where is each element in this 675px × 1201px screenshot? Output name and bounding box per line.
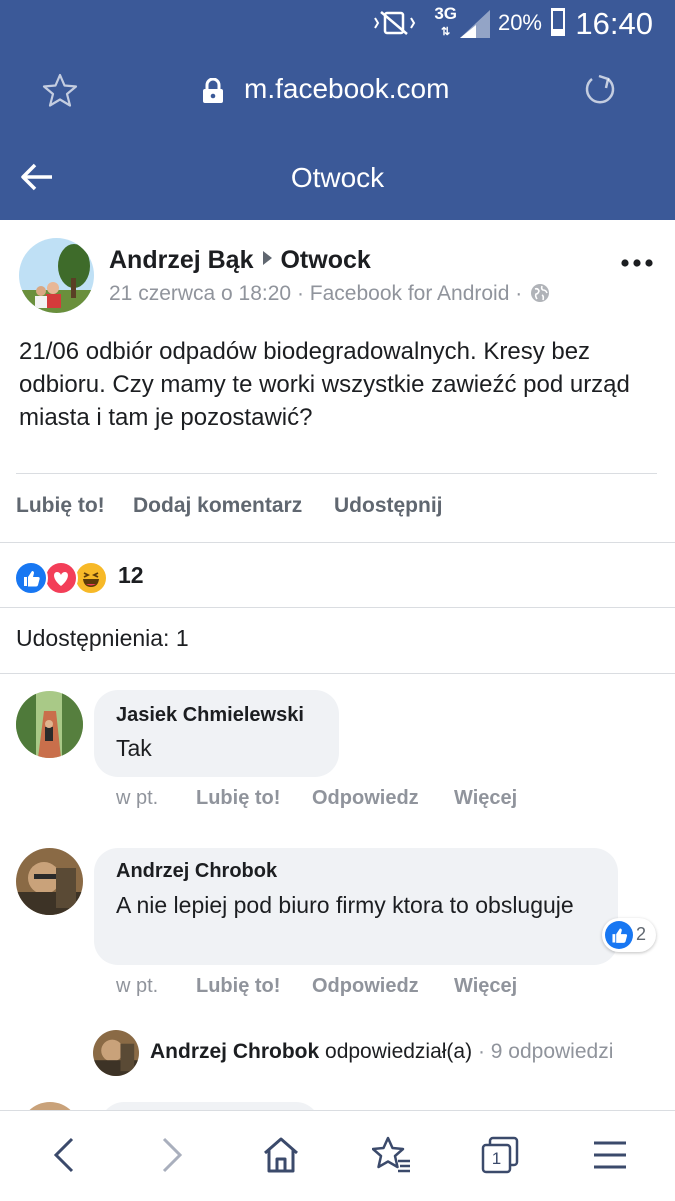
comment-more-button[interactable]: Więcej [454,975,517,998]
vibrate-mute-icon [374,11,416,35]
comment-actions: w pt. Lubię to! Odpowiedz Więcej [0,975,675,1001]
comment-reply-button[interactable]: Odpowiedz [312,787,419,810]
more-options-icon[interactable] [621,258,653,268]
browser-url-bar: m.facebook.com [0,48,675,134]
page-header: Otwock [0,134,675,220]
reaction-count: 12 [118,562,144,588]
add-comment-button[interactable]: Dodaj komentarz [133,494,302,518]
lock-icon [203,78,223,103]
browser-bottom-bar: 1 [0,1110,675,1201]
tab-count: 1 [491,1149,502,1168]
author-avatar[interactable] [19,238,94,313]
reply-verb: odpowiedział(a) [325,1040,473,1063]
bookmarks-icon[interactable] [372,1135,412,1175]
commenter-avatar[interactable] [16,848,83,915]
comment-like-badge[interactable]: 2 [602,918,656,952]
comment-reply-button[interactable]: Odpowiedz [312,975,419,998]
divider [0,542,675,543]
home-icon[interactable] [262,1135,300,1175]
comment-time[interactable]: w pt. [116,787,158,810]
comment-bubble: Andrzej Chrobok A nie lepiej pod biuro f… [94,848,618,965]
post-meta: 21 czerwca o 18:20 · Facebook for Androi… [109,282,550,306]
post-text: 21/06 odbiór odpadów biodegradowalnych. … [19,338,630,431]
page-title: Otwock [290,162,385,193]
comment-like-count: 2 [636,924,647,944]
divider [0,607,675,608]
share-button[interactable]: Udostępnij [334,494,443,518]
back-icon[interactable] [50,1135,78,1175]
commenter-name[interactable]: Andrzej Chrobok [116,860,277,883]
author-name[interactable]: Andrzej Bąk [109,246,253,274]
forward-icon[interactable] [158,1135,186,1175]
comment-like-button[interactable]: Lubię to! [196,787,280,810]
comment-text: A nie lepiej pod biuro firmy ktora to ob… [116,892,574,918]
network-type: 3G ⇅ [434,4,457,38]
comment-like-button[interactable]: Lubię to! [196,975,280,998]
post-author-line: Andrzej Bąk Otwock [109,246,371,275]
comment-bubble: Jasiek Chmielewski Tak [94,690,339,777]
like-reaction-icon [605,921,633,949]
post-actions: Lubię to! Dodaj komentarz Udostępnij [0,494,675,524]
like-reaction-icon [14,561,48,595]
commenter-name[interactable]: Jasiek Chmielewski [116,704,304,727]
reply-avatar [93,1030,139,1076]
comment-more-button[interactable]: Więcej [454,787,517,810]
bookmark-star-icon[interactable] [42,72,78,108]
post-timestamp[interactable]: 21 czerwca o 18:20 · Facebook for Androi… [109,282,522,305]
menu-icon[interactable] [592,1135,628,1175]
globe-icon [531,284,550,302]
reload-icon[interactable] [582,72,618,108]
status-bar: 3G ⇅ 20% 16:40 [0,0,675,48]
like-button[interactable]: Lubię to! [16,494,105,518]
comment-time[interactable]: w pt. [116,975,158,998]
comment-actions: w pt. Lubię to! Odpowiedz Więcej [0,787,675,813]
reply-author: Andrzej Chrobok [150,1040,320,1063]
commenter-avatar[interactable] [16,691,83,758]
comment-text: Tak [116,735,152,761]
signal-icon [460,10,490,38]
battery-icon [551,8,565,36]
tabs-button[interactable]: 1 [480,1135,520,1175]
shares-count[interactable]: Udostępnienia: 1 [16,625,189,652]
post-target[interactable]: Otwock [280,246,370,274]
love-reaction-icon [44,561,78,595]
battery-percent: 20% [497,10,542,35]
clock: 16:40 [575,6,653,41]
divider [16,473,657,474]
haha-reaction-icon [74,561,108,595]
reply-count: · 9 odpowiedzi [477,1040,614,1063]
url-text[interactable]: m.facebook.com [244,73,449,105]
divider [0,673,675,674]
arrow-right-icon [263,251,273,265]
